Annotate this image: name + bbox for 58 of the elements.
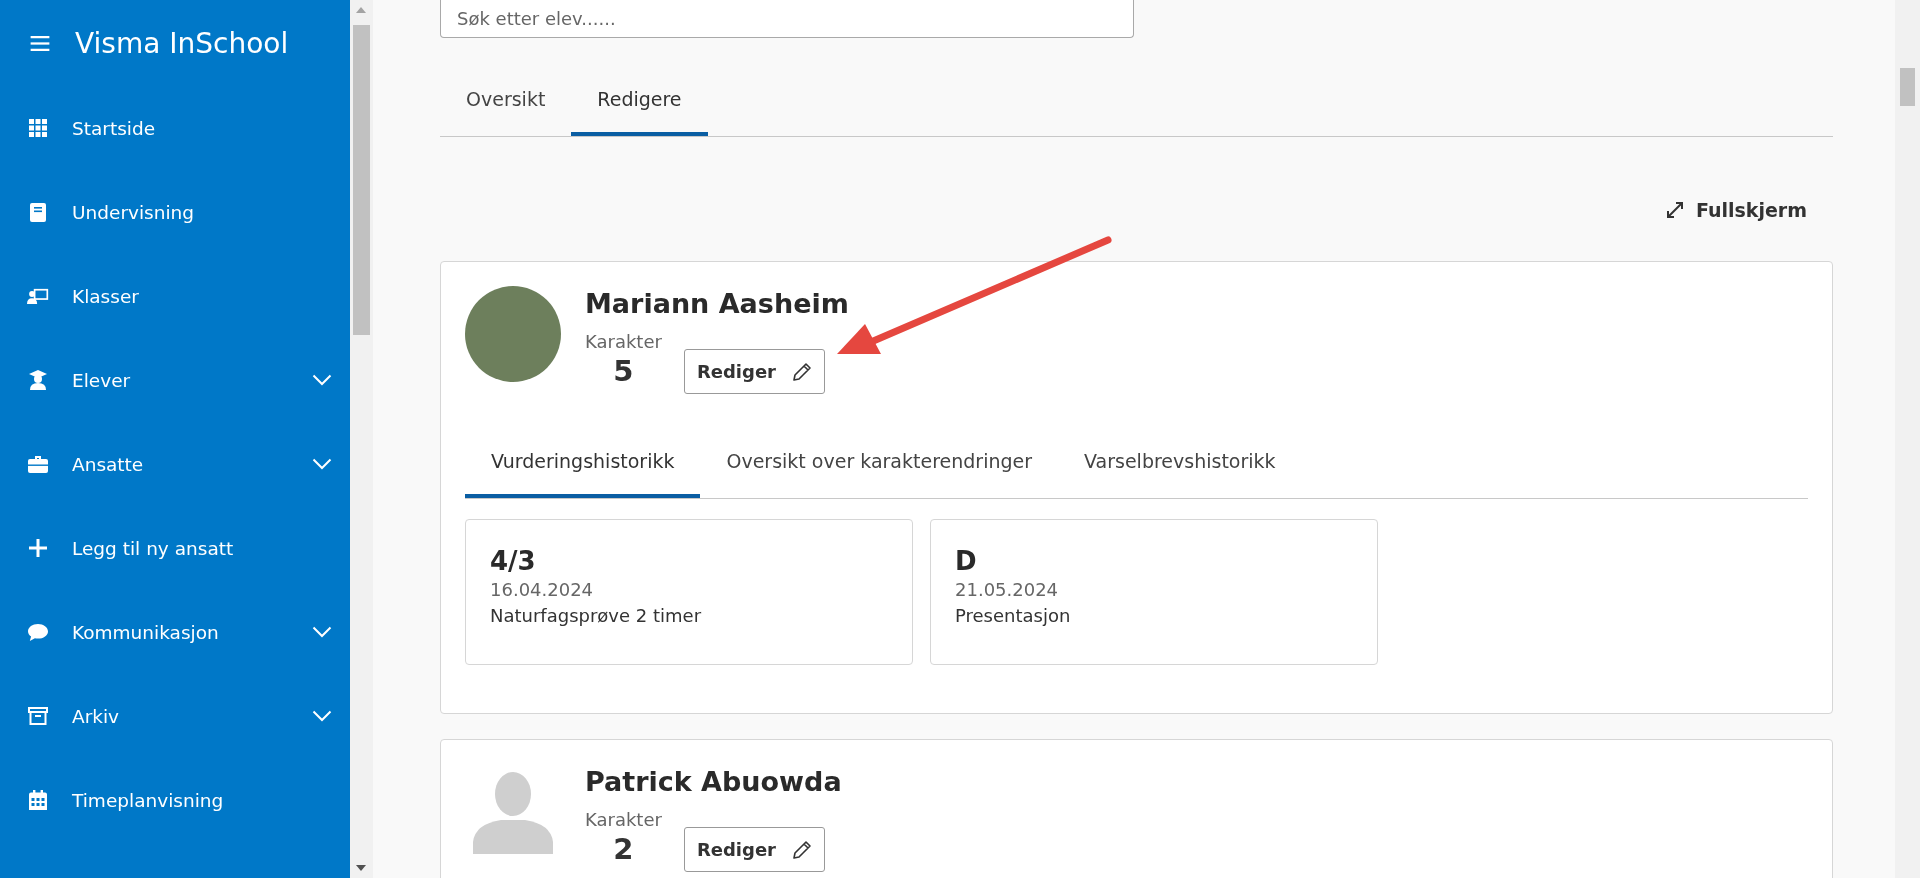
nav-label: Startside [72,117,157,139]
teacher-board-icon [27,287,49,305]
nav-item[interactable]: Arkiv [0,674,350,758]
archive-box-icon [27,707,49,725]
student-name: Mariann Aasheim [585,288,849,319]
fullscreen-button[interactable]: Fullskjerm [1659,195,1813,225]
tab[interactable]: Oversikt over karakterendringer [700,434,1059,498]
tab[interactable]: Vurderingshistorikk [465,434,701,498]
nav-label: Elever [72,369,132,391]
grade-value: 5 [613,354,634,388]
person-silhouette-icon [473,770,553,854]
grade-label: Karakter [585,331,662,352]
nav-label: Legg til ny ansatt [72,537,235,559]
briefcase-icon [27,455,49,473]
nav-label: Klasser [72,285,140,307]
menu-icon[interactable] [29,35,51,51]
pencil-icon [792,361,812,382]
nav-item[interactable]: Kommunikasjon [0,590,350,674]
nav-label: Kommunikasjon [72,621,220,643]
scroll-down-icon[interactable] [356,865,366,871]
search-field[interactable]: Søk etter elev...... [440,0,1134,38]
book-icon [27,202,49,222]
assessment-title: Presentasjon [955,605,1072,626]
nav-item[interactable]: Legg til ny ansatt [0,506,350,590]
grade-value: 2 [613,832,634,866]
grade-label: Karakter [585,809,662,830]
scroll-up-icon[interactable] [356,7,366,13]
edit-button[interactable]: Rediger [683,349,825,394]
plus-icon [27,539,49,557]
pencil-icon [792,839,812,860]
grid-icon [27,119,49,137]
assessment-title: Naturfagsprøve 2 timer [490,605,703,626]
speech-bubble-icon [27,623,49,641]
student-name: Patrick Abuowda [585,766,842,797]
nav-item[interactable]: Timeplanvisning [0,758,350,842]
nav-label: Timeplanvisning [72,789,225,811]
assessment-grade: 4/3 [490,546,537,576]
expand-arrows-icon [1665,201,1684,219]
tab[interactable]: Varselbrevshistorikk [1058,434,1302,498]
app-title: Visma InSchool [75,26,289,60]
tab[interactable]: Redigere [571,76,708,136]
scrollbar[interactable] [1895,0,1920,878]
assessment-grade: D [955,546,978,576]
calendar-icon [27,790,49,810]
scrollbar[interactable] [350,0,373,878]
nav-item[interactable]: Undervisning [0,170,350,254]
tab[interactable]: Oversikt [440,76,572,136]
nav-label: Ansatte [72,453,145,475]
assessment-date: 16.04.2024 [490,579,595,600]
nav-label: Undervisning [72,201,196,223]
assessment-date: 21.05.2024 [955,579,1060,600]
nav-item[interactable]: Ansatte [0,422,350,506]
nav-item[interactable]: Klasser [0,254,350,338]
edit-button[interactable]: Rediger [683,827,825,872]
student-icon [27,370,49,390]
nav-item[interactable]: Elever [0,338,350,422]
nav-item[interactable]: Startside [0,86,350,170]
nav-label: Arkiv [72,705,121,727]
